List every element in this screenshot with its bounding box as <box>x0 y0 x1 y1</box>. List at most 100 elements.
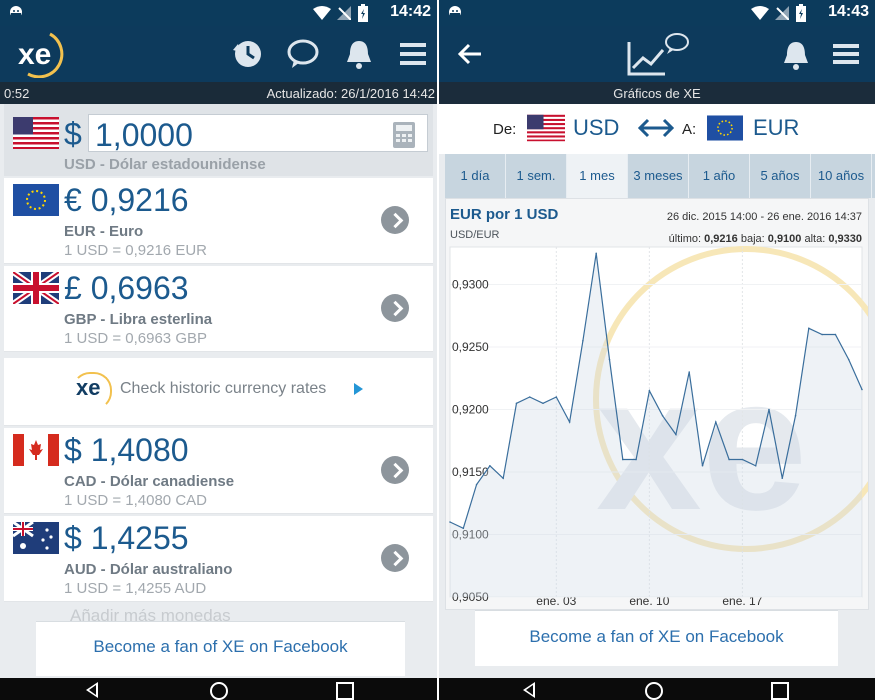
currency-row-aud[interactable]: $ 1,4255 AUD - Dólar australiano 1 USD =… <box>4 516 433 602</box>
charts-subtitle: Gráficos de XE <box>439 82 875 104</box>
nav-home-icon[interactable] <box>210 682 228 700</box>
converted-value: € 0,9216 <box>64 182 189 218</box>
currency-row-cad[interactable]: $ 1,4080 CAD - Dólar canadiense 1 USD = … <box>4 428 433 514</box>
low-label: baja: <box>740 233 765 245</box>
data-point <box>595 252 597 255</box>
converted-value: $ 1,4255 <box>64 520 189 556</box>
currency-row-gbp[interactable]: £ 0,6963 GBP - Libra esterlina 1 USD = 0… <box>4 266 433 352</box>
clock-refresh-icon[interactable] <box>230 38 264 70</box>
update-bar: 0:52 Actualizado: 26/1/2016 14:42 <box>0 82 437 104</box>
bell-icon[interactable] <box>779 38 813 72</box>
currency-name: GBP - Libra esterlina <box>64 311 213 328</box>
historic-rates-link[interactable]: xe Check historic currency rates <box>4 358 433 426</box>
android-icon <box>10 6 22 19</box>
no-signal-icon <box>337 6 351 20</box>
us-flag[interactable] <box>527 114 565 142</box>
data-point <box>861 388 863 391</box>
last-label: último: <box>668 233 702 245</box>
data-point <box>515 402 518 405</box>
nav-recents-icon[interactable] <box>771 682 789 700</box>
charts-header <box>439 26 875 82</box>
ca-flag <box>13 434 59 466</box>
data-point <box>834 333 837 336</box>
swap-arrows-icon[interactable] <box>637 117 675 139</box>
chat-bubble-icon[interactable] <box>286 38 320 70</box>
back-arrow-icon[interactable] <box>457 42 483 66</box>
screenshot-stage: 14:42 xe 0:52 Actualizado: 26/1/2016 14:… <box>0 0 875 700</box>
xe-logo[interactable]: xe <box>10 30 78 78</box>
from-currency[interactable]: USD <box>573 115 619 141</box>
to-currency[interactable]: EUR <box>753 115 799 141</box>
android-nav-bar <box>0 678 437 700</box>
nav-recents-icon[interactable] <box>336 682 354 700</box>
data-point <box>528 396 531 398</box>
data-point <box>688 371 691 373</box>
eu-flag <box>13 184 59 216</box>
nav-home-icon[interactable] <box>645 682 663 700</box>
au-flag <box>13 522 59 554</box>
chevron-right-icon[interactable] <box>381 456 409 484</box>
base-currency-name: USD - Dólar estadounidense <box>64 156 266 173</box>
status-bar: 14:42 <box>0 0 437 26</box>
uk-flag <box>13 272 59 304</box>
chart-date-range: 26 dic. 2015 14:00 - 26 ene. 2016 14:37 <box>666 211 862 223</box>
y-tick-label: 0,9200 <box>452 403 489 417</box>
data-point <box>489 464 491 467</box>
chevron-right-icon[interactable] <box>381 206 409 234</box>
data-point <box>715 421 717 423</box>
data-point <box>648 389 651 392</box>
last-value: 0,9216 <box>704 233 738 245</box>
facebook-banner[interactable]: Become a fan of XE on Facebook <box>36 621 405 676</box>
amount-input[interactable]: 1,0000 <box>88 114 428 153</box>
exchange-rate: 1 USD = 0,6963 GBP <box>64 330 207 347</box>
data-point <box>462 527 465 530</box>
wifi-icon <box>313 6 331 20</box>
data-point <box>542 402 544 405</box>
chart-pair: USD/EUR <box>450 229 500 241</box>
data-point <box>701 464 704 467</box>
chevron-right-icon[interactable] <box>381 544 409 572</box>
rate-chart[interactable]: xeene. 03 ene. 10 ene. 170,93000,92500,920… <box>446 199 868 609</box>
nav-back-icon[interactable] <box>523 682 535 698</box>
chart-stats: último: 0,9216 baja: 0,9100 alta: 0,9330 <box>669 233 862 245</box>
currency-name: EUR - Euro <box>64 223 144 240</box>
data-point <box>794 414 797 417</box>
chart-title: EUR por 1 USD <box>450 206 559 223</box>
menu-icon[interactable] <box>396 38 430 70</box>
tab-1-year[interactable]: 1 año <box>689 154 750 198</box>
data-point <box>781 477 784 480</box>
tab-1-week[interactable]: 1 sem. <box>506 154 567 198</box>
data-point <box>741 458 744 461</box>
period-tabs: 1 día 1 sem. 1 mes 3 meses 1 año 5 años … <box>445 154 875 198</box>
tab-5-years[interactable]: 5 años <box>750 154 811 198</box>
facebook-banner[interactable]: Become a fan of XE on Facebook <box>475 610 838 666</box>
play-arrow-icon <box>354 383 363 395</box>
historic-rates-text: Check historic currency rates <box>120 380 327 397</box>
data-point <box>449 521 451 523</box>
exchange-rate: 1 USD = 1,4080 CAD <box>64 492 207 509</box>
base-currency-row[interactable]: $ 1,0000 USD - Dólar estadounidense <box>4 104 433 176</box>
calculator-icon[interactable] <box>393 122 415 148</box>
us-flag <box>13 117 59 149</box>
bell-icon[interactable] <box>342 38 376 70</box>
battery-icon <box>796 4 806 22</box>
eu-flag[interactable] <box>707 114 743 142</box>
tab-1-day[interactable]: 1 día <box>445 154 506 198</box>
tab-1-month[interactable]: 1 mes <box>567 154 628 198</box>
data-point <box>754 464 757 467</box>
battery-icon <box>358 4 368 22</box>
menu-icon[interactable] <box>833 42 859 66</box>
xe-small-logo: xe <box>71 372 113 410</box>
currency-row-eur[interactable]: € 0,9216 EUR - Euro 1 USD = 0,9216 EUR <box>4 178 433 264</box>
tab-3-months[interactable]: 3 meses <box>628 154 689 198</box>
base-currency-symbol: $ <box>64 116 82 152</box>
last-updated: Actualizado: 26/1/2016 14:42 <box>266 86 435 101</box>
exchange-rate: 1 USD = 0,9216 EUR <box>64 242 207 259</box>
data-point <box>502 477 504 480</box>
high-value: 0,9330 <box>828 233 862 245</box>
svg-text:xe: xe <box>18 38 51 71</box>
nav-back-icon[interactable] <box>86 682 98 698</box>
data-point <box>847 358 850 361</box>
tab-10-years[interactable]: 10 años <box>811 154 872 198</box>
chevron-right-icon[interactable] <box>381 294 409 322</box>
